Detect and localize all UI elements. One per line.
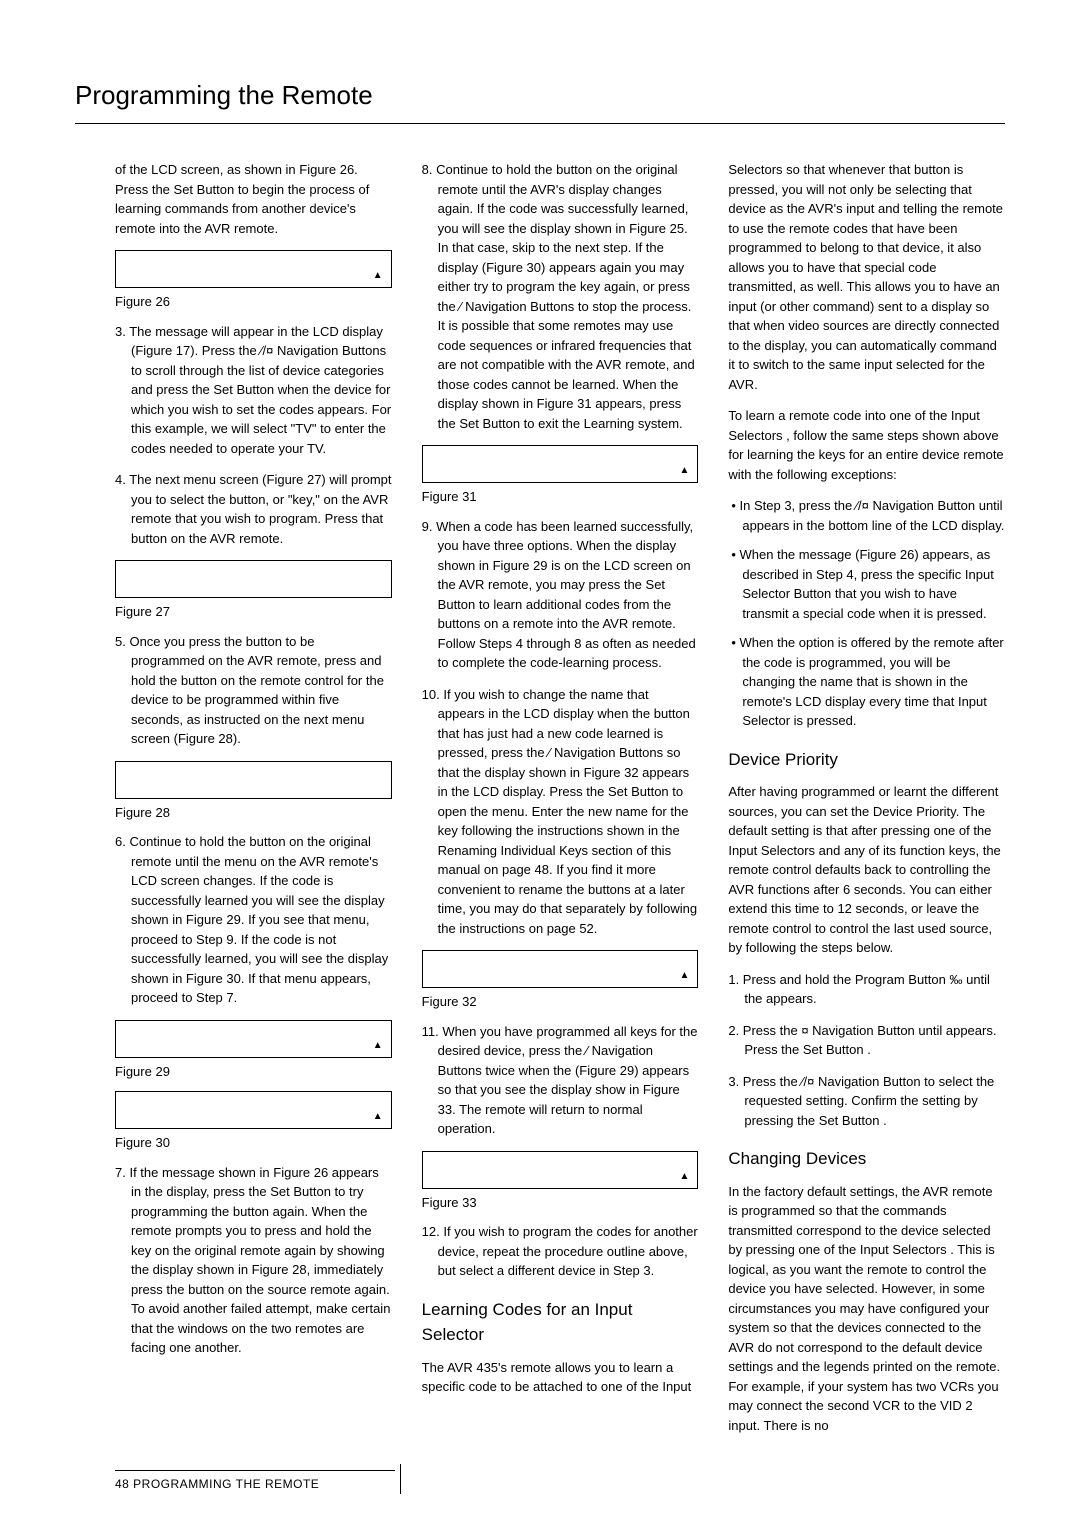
step-11: 11. When you have programmed all keys fo… xyxy=(422,1022,699,1139)
para: After having programmed or learnt the di… xyxy=(728,782,1005,958)
column-3: Selectors so that whenever that button i… xyxy=(728,160,1005,1447)
para: of the LCD screen, as shown in Figure 26… xyxy=(115,160,392,238)
figure-box-27 xyxy=(115,560,392,598)
column-2: 8. Continue to hold the button on the or… xyxy=(422,160,699,1447)
footer-divider xyxy=(400,1464,401,1494)
title-rule xyxy=(75,123,1005,124)
triangle-icon: ▲ xyxy=(373,268,383,283)
figure-box-29: ▲ xyxy=(115,1020,392,1058)
figure-label: Figure 29 xyxy=(115,1062,392,1082)
para: Selectors so that whenever that button i… xyxy=(728,160,1005,394)
figure-label: Figure 26 xyxy=(115,292,392,312)
dp-step-3: 3. Press the ⁄/¤ Navigation Button to se… xyxy=(728,1072,1005,1131)
subheading: Device Priority xyxy=(728,747,1005,773)
figure-label: Figure 30 xyxy=(115,1133,392,1153)
step-9: 9. When a code has been learned successf… xyxy=(422,517,699,673)
figure-box-33: ▲ xyxy=(422,1151,699,1189)
para: In the factory default settings, the AVR… xyxy=(728,1182,1005,1436)
figure-box-30: ▲ xyxy=(115,1091,392,1129)
step-5: 5. Once you press the button to be progr… xyxy=(115,632,392,749)
para: The AVR 435's remote allows you to learn… xyxy=(422,1358,699,1397)
para: To learn a remote code into one of the I… xyxy=(728,406,1005,484)
triangle-icon: ▲ xyxy=(373,1038,383,1053)
columns: of the LCD screen, as shown in Figure 26… xyxy=(75,160,1005,1447)
figure-label: Figure 27 xyxy=(115,602,392,622)
triangle-icon: ▲ xyxy=(373,1109,383,1124)
figure-label: Figure 28 xyxy=(115,803,392,823)
dp-step-2: 2. Press the ¤ Navigation Button until a… xyxy=(728,1021,1005,1060)
triangle-icon: ▲ xyxy=(679,463,689,478)
figure-box-32: ▲ xyxy=(422,950,699,988)
step-3: 3. The message will appear in the LCD di… xyxy=(115,322,392,459)
column-1: of the LCD screen, as shown in Figure 26… xyxy=(75,160,392,1447)
bullet: When the option is offered by the remote… xyxy=(728,633,1005,731)
figure-box-26: ▲ xyxy=(115,250,392,288)
triangle-icon: ▲ xyxy=(679,1169,689,1184)
figure-label: Figure 31 xyxy=(422,487,699,507)
figure-box-31: ▲ xyxy=(422,445,699,483)
bullet: When the message (Figure 26) appears, as… xyxy=(728,545,1005,623)
step-7: 7. If the message shown in Figure 26 app… xyxy=(115,1163,392,1358)
step-4: 4. The next menu screen (Figure 27) will… xyxy=(115,470,392,548)
bullet: In Step 3, press the ⁄/¤ Navigation Butt… xyxy=(728,496,1005,535)
step-6: 6. Continue to hold the button on the or… xyxy=(115,832,392,1008)
subheading: Changing Devices xyxy=(728,1146,1005,1172)
figure-label: Figure 32 xyxy=(422,992,699,1012)
step-8: 8. Continue to hold the button on the or… xyxy=(422,160,699,433)
step-10: 10. If you wish to change the name that … xyxy=(422,685,699,939)
triangle-icon: ▲ xyxy=(679,968,689,983)
step-12: 12. If you wish to program the codes for… xyxy=(422,1222,699,1281)
subheading: Learning Codes for an Input Selector xyxy=(422,1297,699,1348)
figure-box-28 xyxy=(115,761,392,799)
page-footer: 48 PROGRAMMING THE REMOTE xyxy=(115,1470,395,1491)
dp-step-1: 1. Press and hold the Program Button ‰ u… xyxy=(728,970,1005,1009)
page-title: Programming the Remote xyxy=(75,80,1005,111)
figure-label: Figure 33 xyxy=(422,1193,699,1213)
